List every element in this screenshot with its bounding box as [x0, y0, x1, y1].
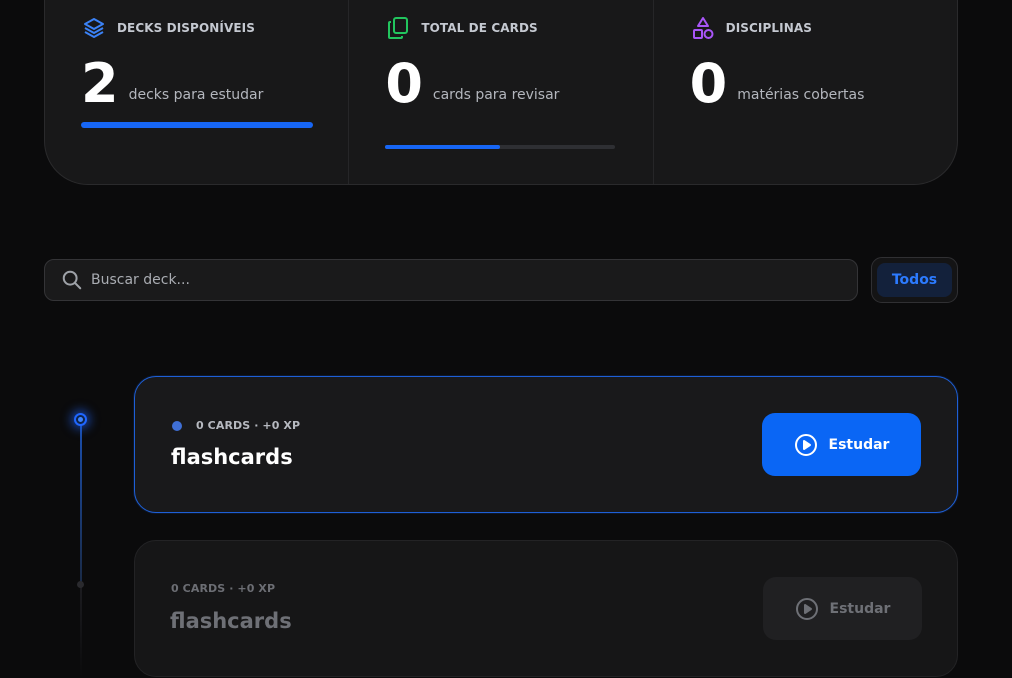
filter-group: Todos [871, 257, 958, 303]
play-circle-icon [795, 597, 818, 620]
stat-value-row: 0 matérias cobertas [690, 57, 865, 111]
stat-description: cards para revisar [432, 87, 560, 103]
deck-stats: 0 CARDS · +0 XP [196, 419, 301, 432]
search-bar[interactable] [44, 259, 858, 301]
timeline-line [80, 586, 82, 678]
timeline-dot-active [74, 413, 87, 426]
deck-title: flashcards [170, 609, 292, 633]
stat-cards: TOTAL DE CARDS 0 cards para revisar [348, 0, 652, 184]
progress-bar [81, 122, 313, 128]
study-button-label: Estudar [828, 436, 890, 453]
deck-card[interactable]: 0 CARDS · +0 XP flashcards Estudar [134, 540, 958, 677]
timeline-dot [77, 581, 84, 588]
status-dot [172, 420, 182, 431]
copy-icon [388, 17, 409, 39]
stat-description: matérias cobertas [737, 87, 865, 103]
progress-fill [385, 145, 501, 149]
stat-description: decks para estudar [128, 87, 264, 103]
study-button[interactable]: Estudar [763, 577, 922, 640]
timeline-line [80, 420, 82, 585]
shapes-icon [692, 17, 714, 39]
stat-value: 0 [689, 52, 728, 115]
search-input[interactable] [91, 272, 791, 288]
stat-disciplines: DISCIPLINAS 0 matérias cobertas [652, 0, 957, 184]
stat-label: DISCIPLINAS [725, 21, 812, 35]
search-icon [62, 270, 82, 290]
study-button[interactable]: Estudar [762, 413, 921, 476]
stat-value: 2 [81, 52, 119, 115]
filter-all-button[interactable]: Todos [877, 263, 952, 297]
stat-value-row: 2 decks para estudar [81, 57, 263, 111]
deck-meta: 0 CARDS · +0 XP [171, 582, 275, 595]
stat-header: DISCIPLINAS [691, 16, 812, 40]
deck-card[interactable]: 0 CARDS · +0 XP flashcards Estudar [134, 376, 958, 513]
stat-header: DECKS DISPONÍVEIS [82, 16, 255, 40]
stat-label: TOTAL DE CARDS [421, 21, 538, 35]
stat-header: TOTAL DE CARDS [386, 16, 538, 40]
app-root: DECKS DISPONÍVEIS 2 decks para estudar T… [0, 0, 1012, 678]
study-button-label: Estudar [829, 600, 891, 617]
stat-value-row: 0 cards para revisar [385, 57, 559, 111]
stat-decks: DECKS DISPONÍVEIS 2 decks para estudar [45, 0, 348, 184]
deck-meta: 0 CARDS · +0 XP [172, 419, 300, 432]
layers-icon [84, 18, 104, 38]
stat-label: DECKS DISPONÍVEIS [117, 21, 255, 35]
play-circle-icon [794, 433, 817, 456]
stat-value: 0 [385, 52, 423, 115]
deck-title: flashcards [171, 445, 293, 469]
deck-stats: 0 CARDS · +0 XP [171, 582, 276, 595]
progress-track [385, 145, 616, 149]
stats-panel: DECKS DISPONÍVEIS 2 decks para estudar T… [44, 0, 958, 185]
